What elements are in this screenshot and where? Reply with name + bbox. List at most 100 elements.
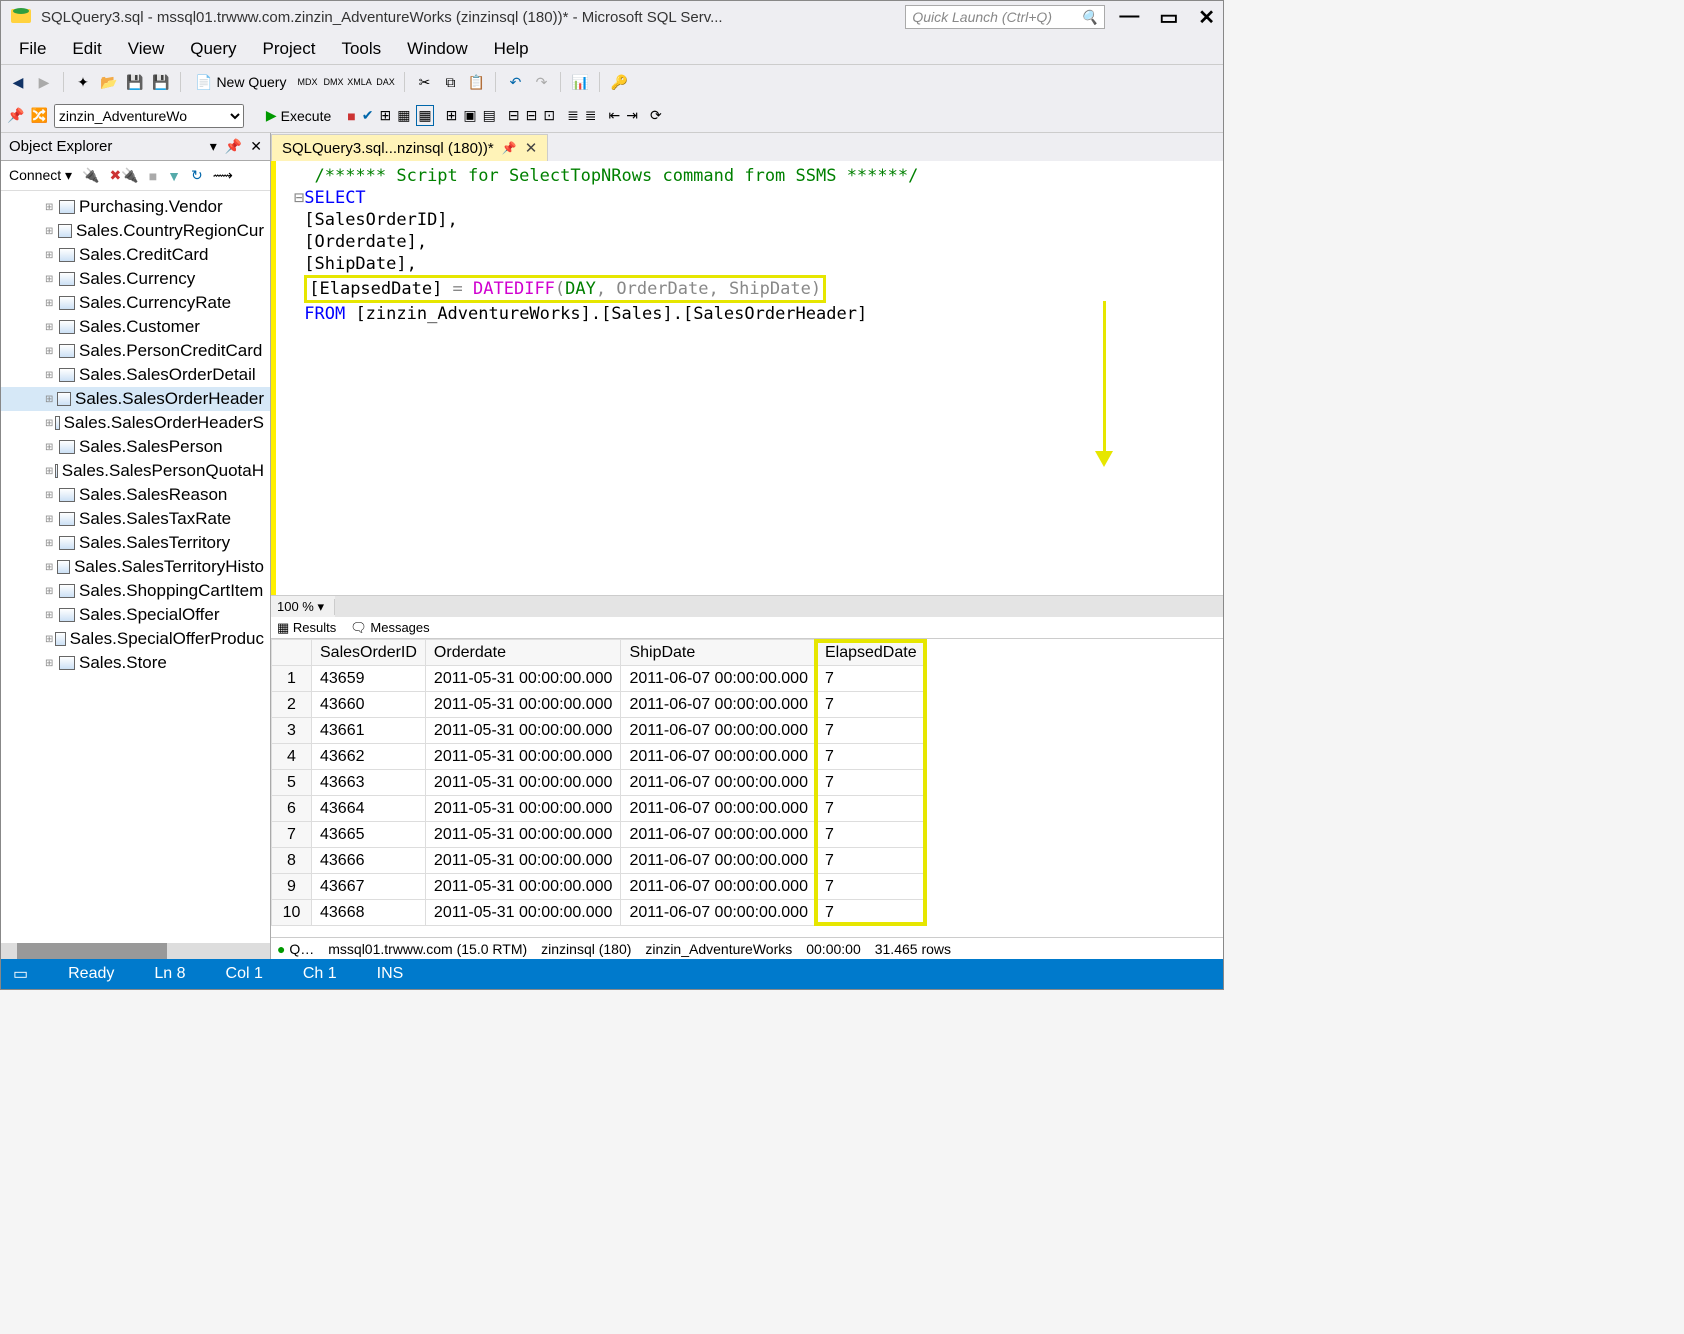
editor-hscrollbar[interactable] [335,596,1223,617]
database-select[interactable]: zinzin_AdventureWo [54,104,244,128]
plan2-icon[interactable]: ▦ [397,107,410,124]
refresh-icon[interactable]: ↻ [191,167,203,184]
branch-icon[interactable]: 🔀 [30,107,47,124]
menu-query[interactable]: Query [178,35,248,63]
execute-button[interactable]: ▶ Execute [256,105,341,126]
table-row[interactable]: 5436632011-05-31 00:00:00.0002011-06-07 … [272,770,926,796]
comment-icon[interactable]: ⇤ [609,107,621,124]
tb-icon-6[interactable]: ⊡ [543,107,555,124]
expand-icon[interactable]: ⊞ [45,298,57,309]
expand-icon[interactable]: ⊞ [45,610,57,621]
cell[interactable]: 7 [816,718,925,744]
close-button[interactable]: ✕ [1198,5,1215,30]
menu-project[interactable]: Project [251,35,328,63]
cell[interactable]: 2011-05-31 00:00:00.000 [425,770,621,796]
expand-icon[interactable]: ⊞ [45,538,57,549]
activity-icon[interactable]: ⟿ [213,167,233,184]
cell[interactable]: 43666 [312,848,426,874]
tree-item[interactable]: ⊞Sales.SpecialOfferProduc [1,627,270,651]
expand-icon[interactable]: ⊞ [45,226,56,237]
tree-item[interactable]: ⊞Sales.SpecialOffer [1,603,270,627]
expand-icon[interactable]: ⊞ [45,418,53,429]
results-grid[interactable]: SalesOrderIDOrderdateShipDateElapsedDate… [271,639,1223,937]
column-header[interactable]: SalesOrderID [312,640,426,666]
menu-edit[interactable]: Edit [60,35,113,63]
panel-pin-icon[interactable]: 📌 [225,138,242,155]
tree-item[interactable]: ⊞Sales.SalesPerson [1,435,270,459]
cell[interactable]: 2011-05-31 00:00:00.000 [425,874,621,900]
expand-icon[interactable]: ⊞ [45,490,57,501]
nav-back-button[interactable]: ◀ [7,71,29,93]
cell[interactable]: 43664 [312,796,426,822]
expand-icon[interactable]: ⊞ [45,514,57,525]
table-row[interactable]: 6436642011-05-31 00:00:00.0002011-06-07 … [272,796,926,822]
tb-icon-4[interactable]: ⊟ [508,107,520,124]
undo-button[interactable]: ↶ [504,71,526,93]
menu-view[interactable]: View [116,35,177,63]
indent-icon[interactable]: ≣ [567,107,579,124]
cell[interactable]: 2011-06-07 00:00:00.000 [621,900,817,926]
tb-icon-3[interactable]: ▤ [483,107,496,124]
stop-icon[interactable]: ■ [149,168,157,184]
minimize-button[interactable]: — [1119,5,1139,30]
expand-icon[interactable]: ⊞ [45,658,57,669]
expand-icon[interactable]: ⊞ [45,442,57,453]
cell[interactable]: 2011-05-31 00:00:00.000 [425,900,621,926]
tree-item[interactable]: ⊞Sales.SalesReason [1,483,270,507]
cell[interactable]: 7 [816,666,925,692]
cell[interactable]: 2011-05-31 00:00:00.000 [425,692,621,718]
table-row[interactable]: 7436652011-05-31 00:00:00.0002011-06-07 … [272,822,926,848]
tab-pin-icon[interactable]: 📌 [502,141,517,155]
table-row[interactable]: 10436682011-05-31 00:00:00.0002011-06-07… [272,900,926,926]
expand-icon[interactable]: ⊞ [45,394,55,405]
xmla-query-icon[interactable]: XMLA [348,71,370,93]
object-tree[interactable]: ⊞Purchasing.Vendor⊞Sales.CountryRegionCu… [1,191,270,943]
cell[interactable]: 43668 [312,900,426,926]
expand-icon[interactable]: ⊞ [45,322,57,333]
tree-item[interactable]: ⊞Sales.CurrencyRate [1,291,270,315]
tree-item[interactable]: ⊞Sales.Currency [1,267,270,291]
outdent-icon[interactable]: ≣ [585,107,597,124]
tree-item[interactable]: ⊞Sales.SalesPersonQuotaH [1,459,270,483]
copy-button[interactable]: ⧉ [439,71,461,93]
results-grid-icon[interactable]: ▦ [416,105,433,126]
table-row[interactable]: 9436672011-05-31 00:00:00.0002011-06-07 … [272,874,926,900]
tb-icon-7[interactable]: ⟳ [650,107,662,124]
results-tab[interactable]: ▦ Results [277,620,336,636]
cell[interactable]: 43662 [312,744,426,770]
expand-icon[interactable]: ⊞ [45,202,57,213]
tb-icon-5[interactable]: ⊟ [526,107,538,124]
filter-icon[interactable]: ▼ [167,168,181,184]
tree-item[interactable]: ⊞Sales.ShoppingCartItem [1,579,270,603]
cell[interactable]: 2011-05-31 00:00:00.000 [425,718,621,744]
cell[interactable]: 7 [816,692,925,718]
new-query-button[interactable]: 📄 New Query [189,72,292,93]
tree-item[interactable]: ⊞Sales.SalesTaxRate [1,507,270,531]
expand-icon[interactable]: ⊞ [45,274,57,285]
tree-item[interactable]: ⊞Sales.SalesTerritoryHisto [1,555,270,579]
pin-icon[interactable]: 📌 [7,107,24,124]
table-row[interactable]: 4436622011-05-31 00:00:00.0002011-06-07 … [272,744,926,770]
cell[interactable]: 43667 [312,874,426,900]
table-row[interactable]: 2436602011-05-31 00:00:00.0002011-06-07 … [272,692,926,718]
dmx-query-icon[interactable]: DMX [322,71,344,93]
cell[interactable]: 2011-06-07 00:00:00.000 [621,796,817,822]
tree-item[interactable]: ⊞Sales.SalesTerritory [1,531,270,555]
tb-icon-1[interactable]: ⊞ [446,107,458,124]
cell[interactable]: 7 [816,822,925,848]
cell[interactable]: 7 [816,848,925,874]
maximize-button[interactable]: ▭ [1159,5,1178,30]
save-button[interactable]: 💾 [124,71,146,93]
redo-button[interactable]: ↷ [530,71,552,93]
cell[interactable]: 2011-05-31 00:00:00.000 [425,848,621,874]
cut-button[interactable]: ✂ [413,71,435,93]
cell[interactable]: 7 [816,874,925,900]
expand-icon[interactable]: ⊞ [45,346,57,357]
cell[interactable]: 43661 [312,718,426,744]
cell[interactable]: 2011-06-07 00:00:00.000 [621,744,817,770]
parse-button[interactable]: ✔ [362,107,374,124]
tb-icon-2[interactable]: ▣ [463,107,476,124]
cell[interactable]: 2011-06-07 00:00:00.000 [621,822,817,848]
cell[interactable]: 7 [816,770,925,796]
menu-help[interactable]: Help [482,35,541,63]
